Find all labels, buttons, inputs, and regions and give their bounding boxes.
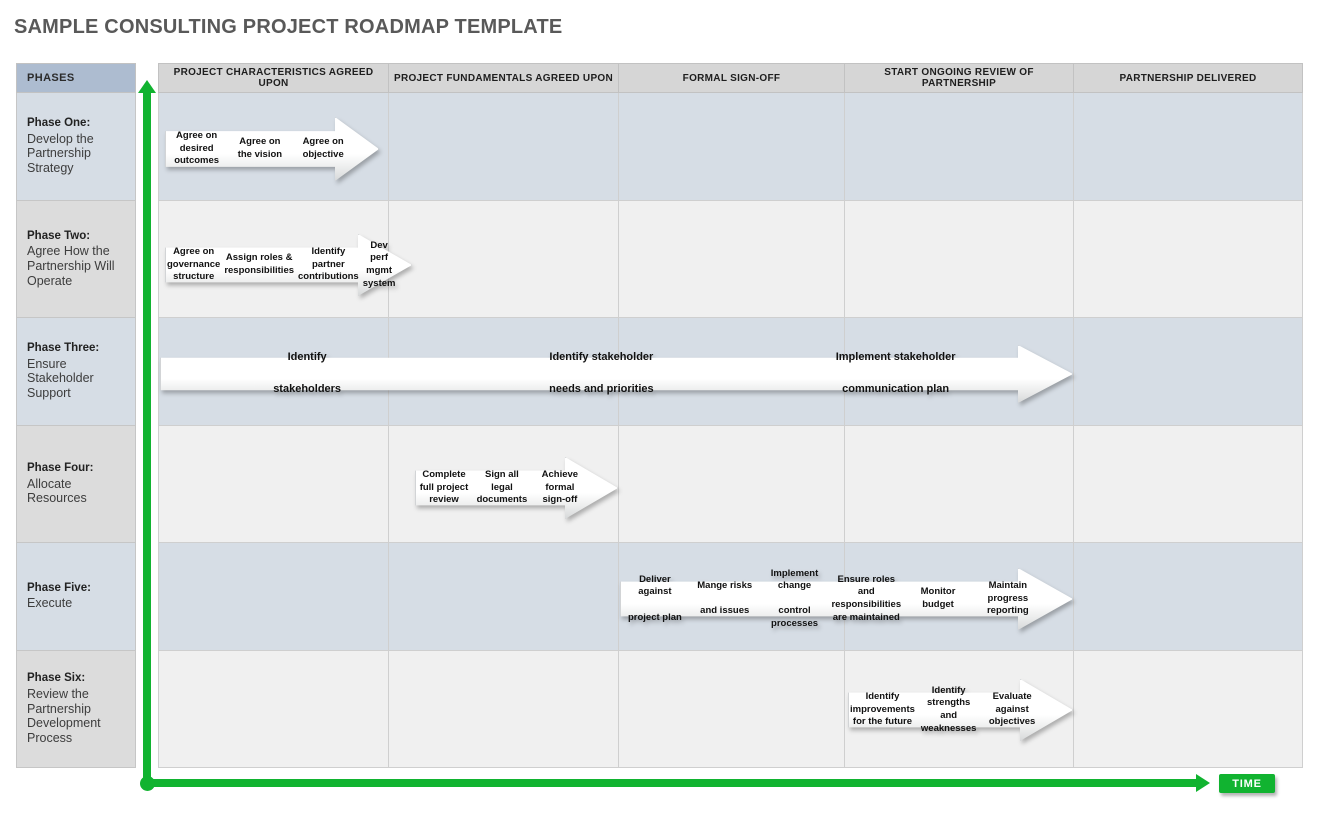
phases-column-header: PHASES (16, 63, 136, 93)
arrow-step-label: Mange risks and issues (697, 580, 753, 617)
grid-body (158, 93, 1303, 768)
phase-cell: Phase One: Develop the Partnership Strate… (16, 93, 136, 201)
time-axis-origin-dot-icon (140, 776, 155, 791)
grid-cell (389, 651, 619, 768)
roadmap-arrow: Identify improvements for the future Iden… (848, 679, 1073, 741)
phase-number-label: Phase Two: (27, 229, 91, 242)
phase-description-label: Ensure Stakeholder Support (27, 356, 94, 401)
phase-number-label: Phase Three: (27, 342, 100, 355)
arrow-step-label: Assign roles & responsibilities (224, 252, 295, 276)
phase-cell: Phase Five: Execute (16, 543, 136, 651)
arrow-step-label: Implement change control processes (770, 567, 819, 629)
roadmap-arrow: Agree on governance structure Assign role… (165, 234, 412, 296)
phase-description-label: Allocate Resources (27, 476, 87, 506)
grid-cell (619, 93, 845, 201)
grid-column-header: PROJECT FUNDAMENTALS AGREED UPON (389, 63, 619, 93)
grid-cell (1074, 93, 1303, 201)
grid-cell (1074, 201, 1303, 318)
arrow-step-labels: Deliver against project plan Mange risks … (620, 568, 1043, 630)
grid-cell (1074, 543, 1303, 651)
arrow-step-labels: Complete full project review Sign all leg… (415, 457, 589, 519)
arrow-step-label: Implement stakeholder communication plan (835, 351, 956, 395)
grid-cell (619, 651, 845, 768)
grid-cell (158, 651, 389, 768)
phase-number-label: Phase Six: (27, 672, 86, 685)
arrow-step-label: Identify improvements for the future (850, 691, 915, 728)
arrow-step-label: Agree on the vision (237, 136, 283, 160)
roadmap-arrow: Agree on desired outcomes Agree on the vi… (165, 117, 379, 181)
phase-cell: Phase Six: Review the Partnership Develop… (16, 651, 136, 768)
grid-cell (845, 426, 1074, 543)
phase-description-label: Execute (27, 596, 73, 611)
phase-description-label: Review the Partnership Development Proce… (27, 686, 101, 746)
arrow-step-labels: Agree on governance structure Assign role… (165, 234, 395, 296)
grid-cell (158, 426, 389, 543)
grid-row (158, 426, 1303, 543)
arrow-step-label: Deliver against project plan (627, 573, 682, 623)
grid-cell (389, 543, 619, 651)
grid-column-header: START ONGOING REVIEW OF PARTNERSHIP (845, 63, 1074, 93)
phase-description-label: Agree How the Partnership Will Operate (27, 244, 115, 288)
grid-column-header: PROJECT CHARACTERISTICS AGREED UPON (158, 63, 389, 93)
phase-description-label: Develop the Partnership Strategy (27, 131, 94, 176)
arrow-step-label: Agree on desired outcomes (174, 130, 220, 167)
arrow-step-label: Agree on governance structure (167, 246, 221, 283)
arrow-step-label: Identify stakeholder needs and prioritie… (549, 351, 654, 395)
phase-number-label: Phase Four: (27, 461, 94, 474)
arrow-step-label: Sign all legal documents (476, 469, 528, 506)
grid-cell (845, 93, 1074, 201)
time-axis-horizontal-line (147, 779, 1199, 787)
arrow-step-labels: Agree on desired outcomes Agree on the vi… (165, 117, 355, 181)
arrow-step-label: Agree on objective (302, 136, 344, 160)
arrow-step-label: Identify strengths and weaknesses (920, 684, 977, 734)
time-axis-vertical-line (143, 88, 151, 784)
grid-header-row: PROJECT CHARACTERISTICS AGREED UPON PROJE… (158, 63, 1303, 93)
grid-cell (1074, 426, 1303, 543)
roadmap-arrow: Complete full project review Sign all leg… (415, 457, 618, 519)
arrow-step-labels: Identify stakeholders Identify stakeholde… (160, 345, 1043, 403)
grid-row (158, 651, 1303, 768)
arrow-step-label: Monitor budget (920, 586, 956, 610)
grid-column-header: FORMAL SIGN-OFF (619, 63, 845, 93)
grid-column-header: PARTNERSHIP DELIVERED (1074, 63, 1303, 93)
arrow-step-label: Achieve formal sign-off (541, 469, 579, 506)
grid-cell (845, 201, 1074, 318)
roadmap-arrow: Identify stakeholders Identify stakeholde… (160, 345, 1073, 403)
arrow-step-label: Dev perf mgmt system (362, 239, 396, 289)
grid-cell (619, 426, 845, 543)
page-title: SAMPLE CONSULTING PROJECT ROADMAP TEMPLA… (14, 16, 563, 38)
phase-cell: Phase Four: Allocate Resources (16, 426, 136, 543)
time-badge: TIME (1219, 774, 1275, 793)
roadmap-arrow: Deliver against project plan Mange risks … (620, 568, 1073, 630)
grid-cell (1074, 651, 1303, 768)
grid-cell (1074, 318, 1303, 426)
arrow-step-labels: Identify improvements for the future Iden… (848, 679, 1044, 741)
phase-cell: Phase Three: Ensure Stakeholder Support (16, 318, 136, 426)
arrow-step-label: Ensure roles and responsibilities are ma… (831, 573, 902, 623)
arrow-step-label: Maintain progress reporting (986, 580, 1029, 617)
arrow-step-label: Evaluate against objectives (988, 691, 1036, 728)
grid-cell (619, 201, 845, 318)
grid-cell (389, 93, 619, 201)
phase-cell: Phase Two: Agree How the Partnership Will… (16, 201, 136, 318)
arrow-step-label: Identify stakeholders (273, 351, 342, 395)
arrow-step-label: Identify partner contributions (298, 246, 359, 283)
time-axis-right-arrowhead-icon (1196, 774, 1210, 792)
grid-cell (389, 201, 619, 318)
phases-column: PHASES Phase One: Develop the Partnership… (16, 63, 136, 768)
phase-number-label: Phase Five: (27, 581, 91, 594)
grid-cell (158, 543, 389, 651)
arrow-step-label: Complete full project review (419, 469, 469, 506)
phase-number-label: Phase One: (27, 117, 91, 130)
phases-list: Phase One: Develop the Partnership Strate… (16, 93, 136, 768)
